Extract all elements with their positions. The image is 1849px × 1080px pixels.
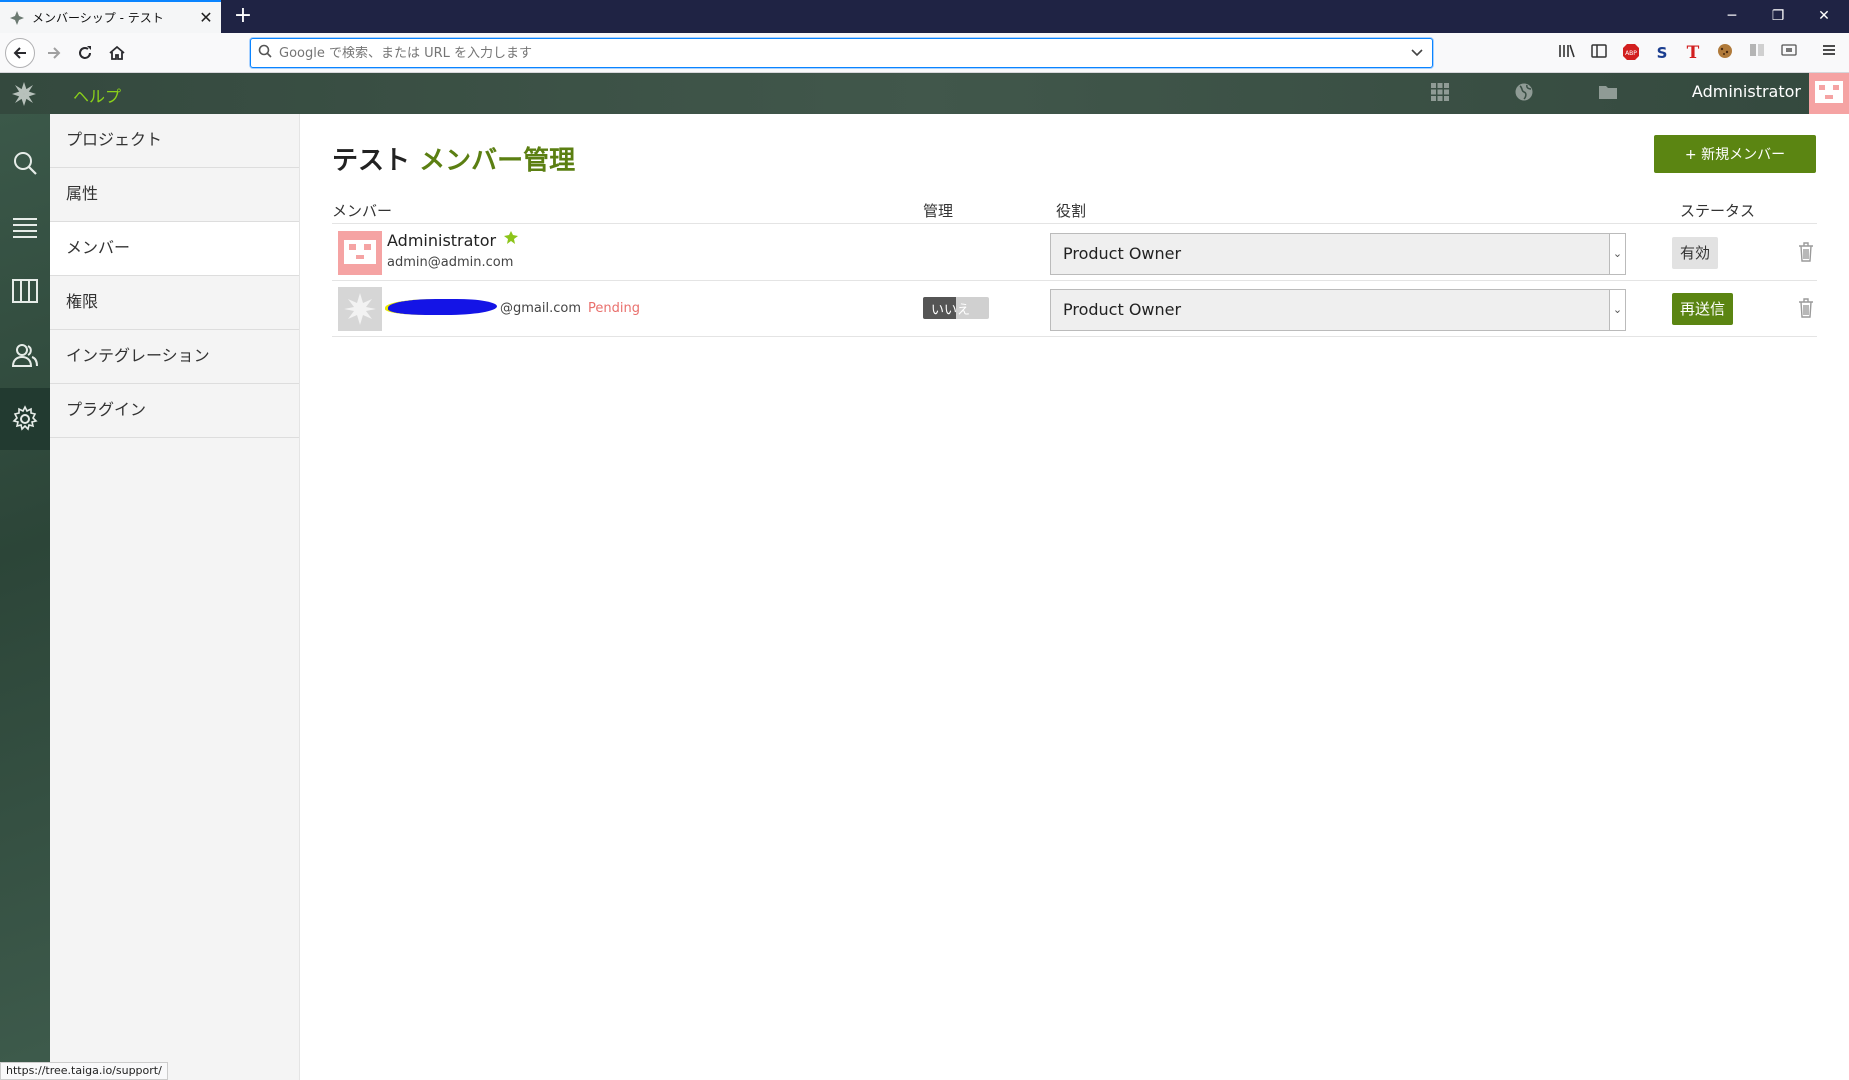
table-row: Administrator admin@admin.com Product Ow…	[332, 225, 1817, 281]
backlog-nav-button[interactable]	[0, 196, 50, 258]
new-tab-button[interactable]: +	[230, 3, 256, 29]
team-nav-button[interactable]	[0, 324, 50, 386]
project-name: テスト	[332, 146, 411, 176]
status-active-button[interactable]: 有効	[1672, 237, 1719, 269]
search-icon	[14, 152, 37, 175]
role-select-value: Product Owner	[1063, 244, 1182, 263]
redacted-name	[385, 299, 497, 315]
member-name: Administrator	[387, 231, 497, 250]
section-title: メンバー管理	[419, 146, 576, 176]
link-status-bar: https://tree.taiga.io/support/	[0, 1062, 168, 1080]
cookie-icon[interactable]	[1714, 43, 1736, 63]
window-maximize-button[interactable]: ❐	[1755, 0, 1801, 33]
team-users-icon	[11, 344, 38, 367]
submenu-item-attributes[interactable]: 属性	[50, 168, 299, 222]
left-icon-rail	[0, 114, 50, 1080]
avatar	[338, 287, 382, 331]
trash-icon[interactable]	[1797, 297, 1815, 319]
table-row: @gmail.com Pending いいえ Product Owner ⌄ 再…	[332, 281, 1817, 337]
submenu-item-integrations[interactable]: インテグレーション	[50, 330, 299, 384]
reader-extension-icon[interactable]	[1746, 43, 1768, 63]
projects-grid-icon[interactable]	[1428, 82, 1452, 106]
search-icon	[251, 44, 279, 62]
gear-icon	[12, 405, 38, 431]
url-bar[interactable]	[250, 38, 1433, 68]
admin-submenu: プロジェクト 属性 メンバー 権限 インテグレーション プラグイン	[50, 114, 300, 1080]
svg-text:ABP: ABP	[1625, 50, 1637, 57]
trash-icon[interactable]	[1797, 241, 1815, 263]
submenu-item-plugins[interactable]: プラグイン	[50, 384, 299, 438]
discover-globe-icon[interactable]	[1512, 82, 1536, 106]
window-close-button[interactable]: ✕	[1801, 0, 1847, 33]
submenu-item-project[interactable]: プロジェクト	[50, 114, 299, 168]
hamburger-menu-icon[interactable]	[1818, 43, 1840, 63]
folder-icon[interactable]	[1596, 82, 1620, 106]
member-email-suffix: @gmail.com	[500, 301, 582, 316]
browser-nav-bar: ABP S T	[0, 33, 1849, 73]
admin-toggle-label: いいえ	[931, 303, 971, 318]
list-icon	[13, 218, 37, 238]
tab-close-icon[interactable]: ✕	[191, 8, 221, 27]
chevron-down-icon: ⌄	[1609, 234, 1625, 274]
home-icon[interactable]	[103, 39, 131, 67]
member-email: admin@admin.com	[387, 255, 514, 270]
resend-invite-button[interactable]: 再送信	[1672, 293, 1734, 325]
role-select[interactable]: Product Owner ⌄	[1050, 289, 1626, 331]
window-minimize-button[interactable]: ─	[1709, 0, 1755, 33]
kanban-nav-button[interactable]	[0, 260, 50, 322]
back-arrow-icon[interactable]	[5, 38, 35, 68]
admin-toggle[interactable]: いいえ	[923, 297, 989, 319]
column-header-member: メンバー	[332, 202, 393, 220]
pending-label: Pending	[588, 301, 640, 316]
adblock-icon[interactable]: ABP	[1620, 43, 1642, 63]
library-icon[interactable]	[1556, 43, 1578, 63]
members-table-header: メンバー 管理 役割 ステータス	[332, 196, 1817, 224]
help-link[interactable]: ヘルプ	[73, 83, 121, 107]
reload-icon[interactable]	[71, 39, 99, 67]
chevron-down-icon: ⌄	[1609, 290, 1625, 330]
taiga-logo-icon[interactable]	[11, 81, 37, 107]
submenu-item-permissions[interactable]: 権限	[50, 276, 299, 330]
main-content: テスト メンバー管理 + 新規メンバー メンバー 管理 役割 ステータス Adm…	[300, 114, 1849, 1080]
taiga-favicon-icon	[10, 10, 24, 25]
column-header-status: ステータス	[1680, 202, 1756, 220]
kanban-board-icon	[12, 279, 38, 303]
column-header-admin: 管理	[923, 202, 954, 220]
chevron-down-icon[interactable]	[1402, 46, 1432, 60]
submenu-item-members[interactable]: メンバー	[50, 222, 299, 276]
forward-arrow-icon[interactable]	[40, 39, 68, 67]
browser-tab-bar: メンバーシップ - テスト ✕ + ─ ❐ ✕	[0, 0, 1849, 33]
app-header: ヘルプ Administrator	[0, 73, 1849, 114]
user-avatar[interactable]	[1809, 73, 1849, 114]
tab-title: メンバーシップ - テスト	[32, 11, 164, 25]
s-extension-icon[interactable]: S	[1651, 43, 1673, 63]
owner-badge-icon	[504, 231, 518, 244]
container-extension-icon[interactable]	[1778, 43, 1800, 63]
sidebar-icon[interactable]	[1588, 43, 1610, 63]
role-select-value: Product Owner	[1063, 300, 1182, 319]
admin-settings-nav-button[interactable]	[0, 388, 50, 450]
browser-tab-active[interactable]: メンバーシップ - テスト ✕	[0, 0, 221, 33]
avatar	[338, 231, 382, 275]
page-title: テスト メンバー管理	[332, 140, 575, 177]
search-nav-button[interactable]	[0, 132, 50, 194]
user-name[interactable]: Administrator	[1692, 82, 1801, 101]
column-header-role: 役割	[1056, 202, 1087, 220]
t-extension-icon[interactable]: T	[1682, 43, 1704, 63]
role-select[interactable]: Product Owner ⌄	[1050, 233, 1626, 275]
add-member-button[interactable]: + 新規メンバー	[1654, 135, 1816, 173]
url-input[interactable]	[279, 45, 1402, 61]
